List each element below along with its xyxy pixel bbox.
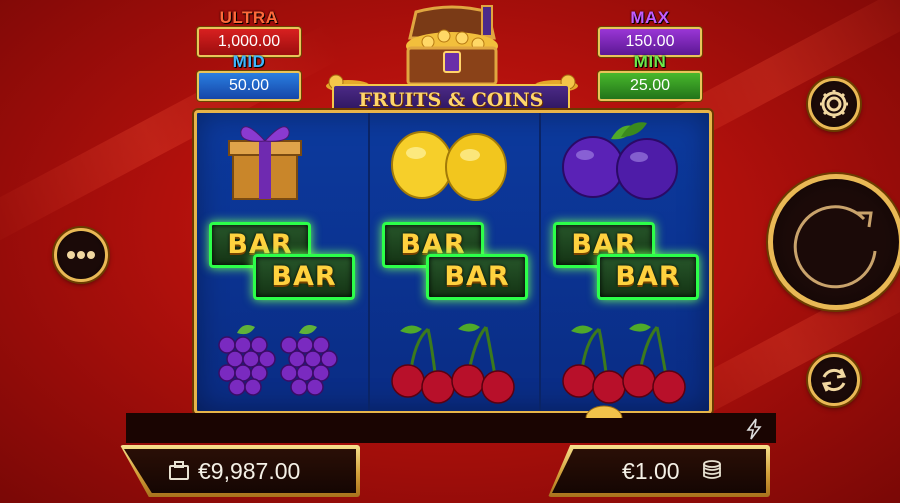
jackpot-min-label: MIN <box>633 52 667 71</box>
reel-1: BAR BAR <box>197 113 367 411</box>
game-logo: FRUITS & COINS <box>318 0 586 116</box>
spin-button[interactable] <box>768 174 900 310</box>
menu-button[interactable] <box>54 228 108 282</box>
reel-2: BAR BAR <box>368 113 540 411</box>
jackpot-mid: MID 50.00 <box>197 53 301 101</box>
bar-symbol: BAR <box>253 254 355 300</box>
grapes-icon <box>218 325 338 396</box>
gift-box-icon <box>228 126 302 200</box>
reel-3: BAR BAR <box>539 113 709 411</box>
coin-peek-icon <box>585 405 623 418</box>
symbol-gift-box <box>197 113 367 212</box>
cherries-icon <box>391 323 515 404</box>
bar-symbol: BAR <box>597 254 699 300</box>
lightning-icon <box>746 418 762 440</box>
reel-area: BAR BAR BAR BAR BAR BAR <box>194 110 712 414</box>
ellipsis-icon <box>67 251 95 259</box>
bottom-strip <box>126 413 776 443</box>
jackpot-min-value: 25.00 <box>598 71 702 101</box>
jackpot-mid-label: MID <box>232 52 266 71</box>
symbol-plums <box>541 113 709 212</box>
lemons-icon <box>391 131 507 201</box>
settings-button[interactable] <box>808 78 860 130</box>
jackpot-mid-value: 50.00 <box>197 71 301 101</box>
turbo-button[interactable] <box>744 418 764 440</box>
bet-value: €1.00 <box>622 458 680 484</box>
gear-icon <box>820 90 848 118</box>
autoplay-button[interactable] <box>808 354 860 406</box>
symbol-cherries <box>541 311 709 410</box>
wallet-icon <box>169 461 189 480</box>
cherries-icon <box>562 323 686 404</box>
balance-value: €9,987.00 <box>198 458 301 484</box>
bet-panel[interactable]: €1.00 <box>548 445 770 497</box>
treasure-chest-icon <box>326 5 578 92</box>
symbol-double-bar: BAR BAR <box>370 212 540 311</box>
symbol-double-bar: BAR BAR <box>541 212 709 311</box>
symbol-double-bar: BAR BAR <box>197 212 367 311</box>
symbol-cherries <box>370 311 540 410</box>
jackpot-min: MIN 25.00 <box>598 53 702 101</box>
symbol-lemons <box>370 113 540 212</box>
jackpot-max: MAX 150.00 <box>598 9 702 57</box>
balance-panel: €9,987.00 <box>120 445 360 497</box>
bar-symbol: BAR <box>426 254 528 300</box>
jackpot-ultra-label: ULTRA <box>219 8 279 27</box>
symbol-grapes <box>197 311 367 410</box>
jackpot-max-label: MAX <box>630 8 670 27</box>
plums-icon <box>562 122 678 200</box>
jackpot-ultra: ULTRA 1,000.00 <box>197 9 301 57</box>
coin-stack-icon <box>703 460 721 479</box>
spin-arrow-icon <box>793 205 877 289</box>
refresh-icon <box>821 368 847 392</box>
